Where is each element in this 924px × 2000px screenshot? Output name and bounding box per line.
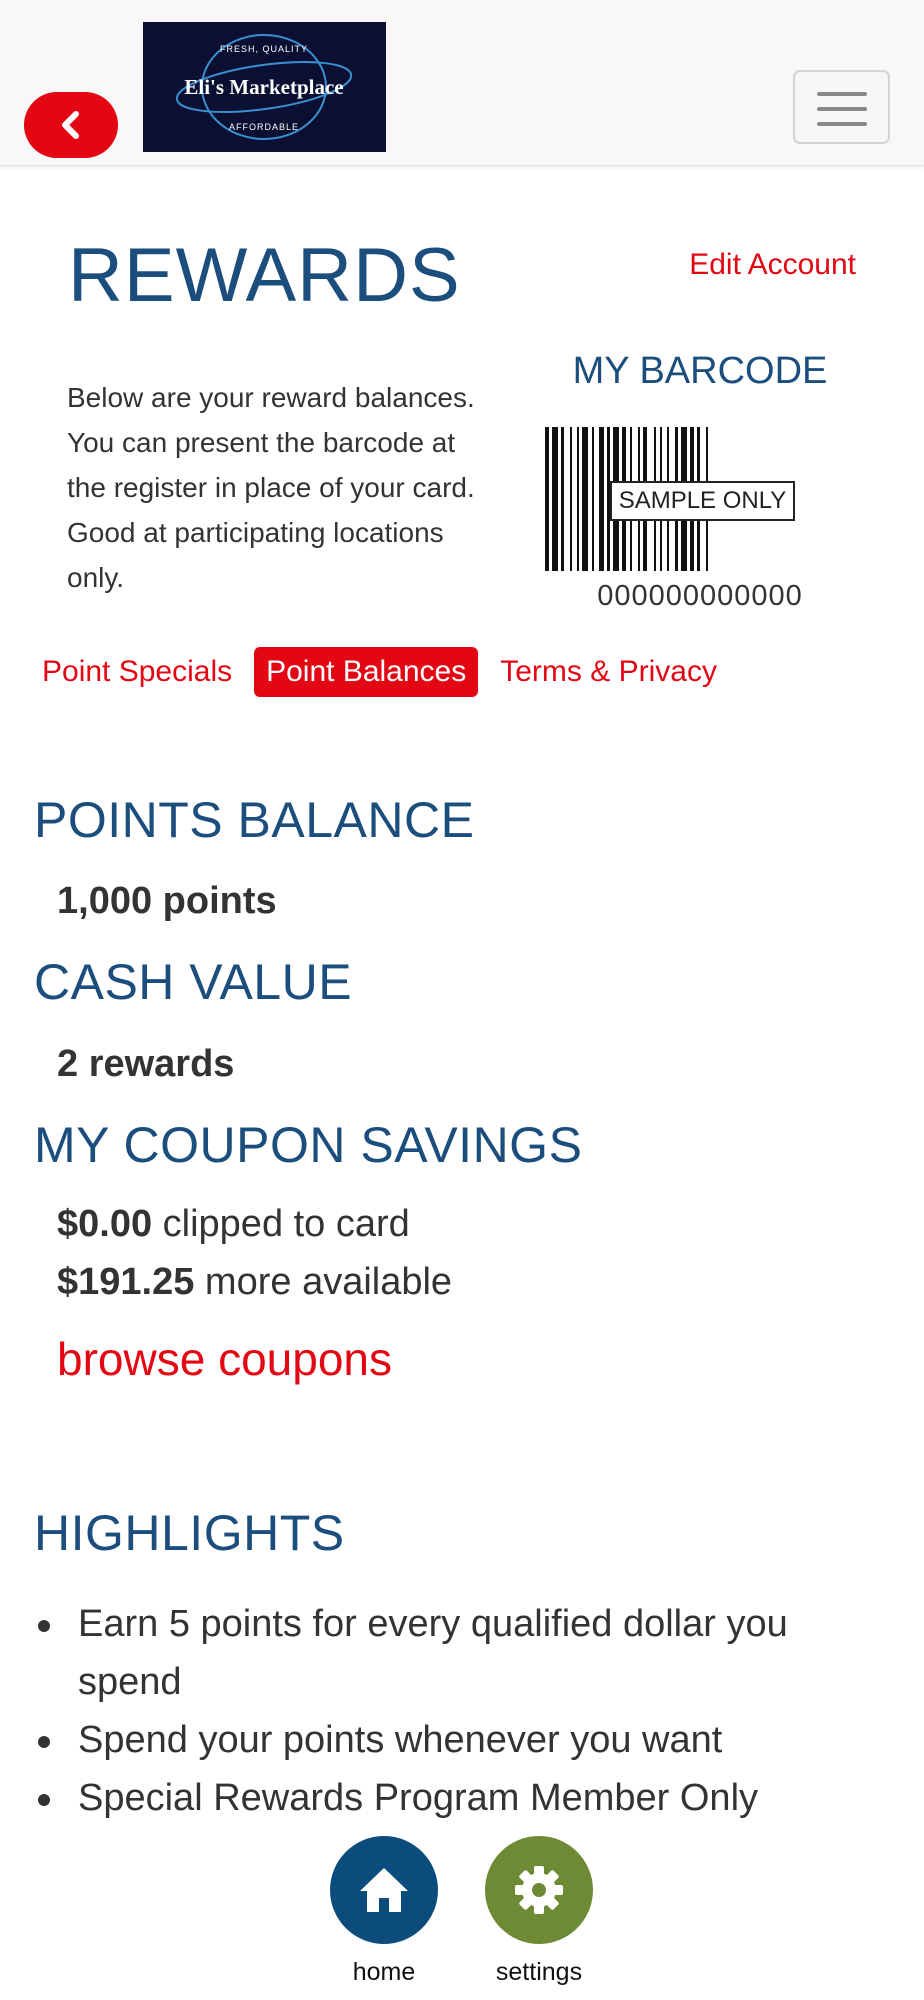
hamburger-menu-button[interactable] <box>793 70 890 144</box>
available-amount: $191.25 <box>57 1261 195 1303</box>
home-icon <box>360 1868 408 1912</box>
back-button[interactable] <box>24 92 118 158</box>
barcode-bar <box>582 427 588 571</box>
tab-point-balances[interactable]: Point Balances <box>254 647 479 697</box>
coupon-clipped-line: $0.00 clipped to card <box>57 1203 410 1246</box>
svg-text:FRESH, QUALITY: FRESH, QUALITY <box>220 44 308 54</box>
home-button[interactable]: home <box>329 1836 439 1987</box>
available-text: more available <box>194 1261 453 1303</box>
intro-line: Below are your reward balances. <box>67 382 475 413</box>
chevron-left-icon <box>62 111 79 139</box>
barcode-bar <box>577 427 579 571</box>
top-navbar: FRESH, QUALITY Eli's Marketplace AFFORDA… <box>0 0 924 166</box>
store-logo[interactable]: FRESH, QUALITY Eli's Marketplace AFFORDA… <box>143 22 386 152</box>
points-balance-value: 1,000 points <box>57 880 277 923</box>
rewards-count: 2 rewards <box>57 1043 235 1085</box>
barcode-bar <box>570 427 572 571</box>
barcode-title: MY BARCODE <box>572 350 828 392</box>
intro-line: the register in place of your card. <box>67 472 475 503</box>
menu-bar-icon <box>817 92 867 96</box>
highlights-heading: HIGHLIGHTS <box>34 1505 345 1561</box>
highlights-list: Earn 5 points for every qualified dollar… <box>34 1595 874 1827</box>
gear-icon <box>515 1866 563 1914</box>
barcode-sample-label: SAMPLE ONLY <box>610 481 795 521</box>
tab-point-specials[interactable]: Point Specials <box>30 647 244 697</box>
barcode-number: 000000000000 <box>597 580 803 612</box>
clipped-amount: $0.00 <box>57 1203 153 1245</box>
points-balance-heading: POINTS BALANCE <box>34 792 475 848</box>
barcode-bar <box>552 427 558 571</box>
list-item: Earn 5 points for every qualified dollar… <box>34 1595 874 1711</box>
menu-bar-icon <box>817 122 867 126</box>
barcode-bar <box>592 427 594 571</box>
edit-account-link[interactable]: Edit Account <box>689 248 856 282</box>
barcode-bar <box>545 427 549 571</box>
svg-text:Eli's Marketplace: Eli's Marketplace <box>184 75 343 99</box>
list-item: Special Rewards Program Member Only <box>34 1769 874 1827</box>
intro-line: You can present the barcode at <box>67 427 456 458</box>
barcode-bar <box>599 427 604 571</box>
clipped-text: clipped to card <box>152 1203 410 1245</box>
barcode-bar <box>561 427 564 571</box>
page-title: REWARDS <box>68 233 461 318</box>
bottom-nav: home settings <box>0 1830 924 2000</box>
intro-line: Good at participating locations <box>67 517 444 548</box>
home-label: home <box>352 1958 416 1986</box>
browse-coupons-link[interactable]: browse coupons <box>57 1332 392 1386</box>
list-item: Spend your points whenever you want <box>34 1711 874 1769</box>
tab-terms-privacy[interactable]: Terms & Privacy <box>488 647 729 697</box>
settings-label: settings <box>495 1958 583 1986</box>
cash-value-value: 2 rewards <box>57 1043 234 1086</box>
cash-value-heading: CASH VALUE <box>34 954 353 1010</box>
home-circle[interactable] <box>330 1836 438 1944</box>
menu-bar-icon <box>817 107 867 111</box>
rewards-intro-text: Below are your reward balances. You can … <box>67 375 522 600</box>
settings-circle[interactable] <box>485 1836 593 1944</box>
intro-line: only. <box>67 562 125 593</box>
points-value: 1,000 points <box>57 880 277 922</box>
svg-text:AFFORDABLE: AFFORDABLE <box>229 122 299 132</box>
rewards-tabs: Point Specials Point Balances Terms & Pr… <box>30 642 739 702</box>
coupon-savings-heading: MY COUPON SAVINGS <box>34 1117 583 1173</box>
coupon-available-line: $191.25 more available <box>57 1261 452 1304</box>
settings-button[interactable]: settings <box>484 1836 594 1987</box>
